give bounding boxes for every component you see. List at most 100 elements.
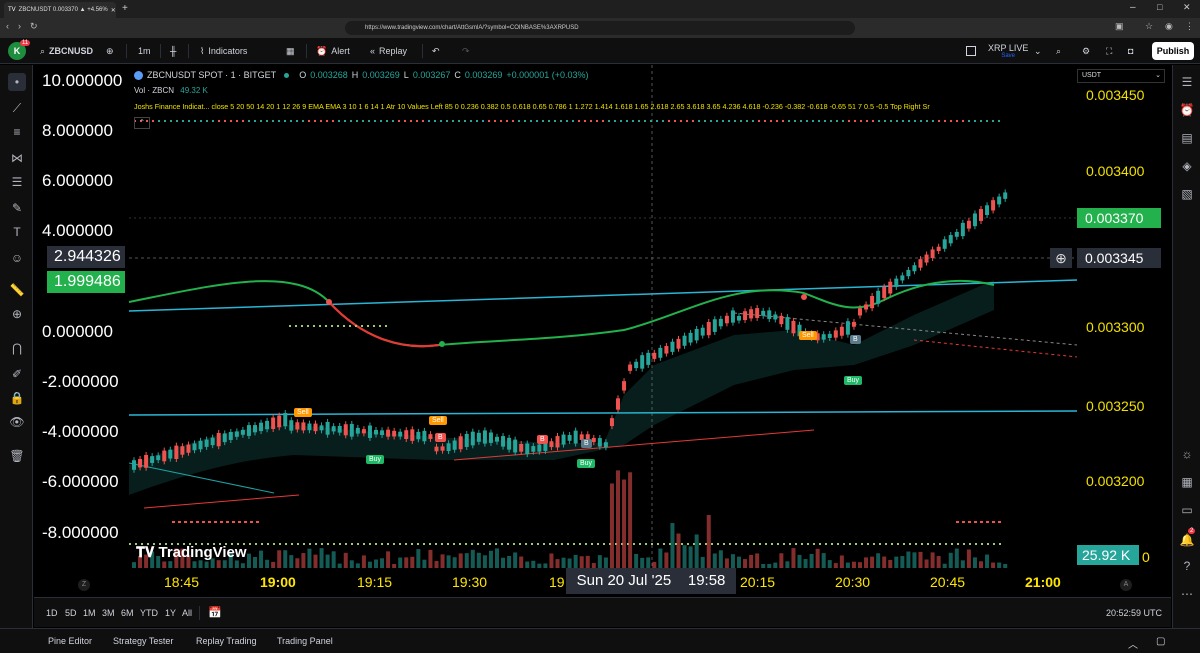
candle-body (488, 432, 493, 443)
range-1d[interactable]: 1D (46, 608, 58, 618)
symbol-search[interactable]: ⌕ ZBCNUSD (40, 38, 93, 64)
redo-button[interactable]: ↷ (462, 38, 470, 64)
collapse-legend-button[interactable]: ⌃ (134, 117, 150, 129)
range-1y[interactable]: 1Y (165, 608, 176, 618)
volume-legend[interactable]: Vol · ZBCN 49.32 K (134, 86, 208, 95)
layout-name[interactable]: XRP LIVE Save (988, 38, 1028, 64)
red-marker (992, 521, 995, 523)
browser-menu-icon[interactable]: ⋮ (1185, 21, 1194, 32)
alert-button[interactable]: ⏰ Alert (316, 38, 350, 64)
templates-button[interactable]: ▦ (286, 38, 295, 64)
layout-dropdown[interactable]: ⌄ (1034, 38, 1042, 64)
chat-button[interactable]: ▭ (1178, 501, 1196, 519)
extensions-icon[interactable]: ▣ (1115, 21, 1124, 32)
user-avatar[interactable]: K 11 (8, 38, 31, 64)
text-tool[interactable]: T (8, 223, 26, 241)
tab-trading-panel[interactable]: Trading Panel (277, 636, 333, 646)
indicator-dot (272, 120, 274, 122)
range-ytd[interactable]: YTD (140, 608, 158, 618)
layout-menu[interactable] (966, 38, 976, 64)
indicators-button[interactable]: ⌇ Indicators (200, 38, 247, 64)
notifications-button[interactable]: 🔔 2 (1178, 528, 1196, 549)
remove-drawings-tool[interactable]: 🗑 (8, 447, 26, 465)
close-window-icon[interactable]: ✕ (1183, 2, 1191, 13)
dotted-baseline (351, 543, 353, 545)
watchlist-button[interactable]: ☰ (1178, 73, 1196, 91)
auto-scale-icon[interactable]: A (1120, 579, 1132, 591)
currency-select[interactable]: USDT ⌄ (1077, 69, 1165, 83)
tab-strategy-tester[interactable]: Strategy Tester (113, 636, 173, 646)
fullscreen-icon: ⛶ (1106, 45, 1113, 56)
undo-button[interactable]: ↶ (432, 38, 440, 64)
cursor-tool[interactable]: • (8, 73, 26, 91)
zoom-tool[interactable]: ⊕ (8, 305, 26, 323)
indicator-dot (686, 120, 688, 122)
range-6m[interactable]: 6M (121, 608, 134, 618)
legend-title[interactable]: ZBCNUSDT SPOT · 1 · BITGET (147, 70, 276, 80)
indicator-legend[interactable]: Joshs Finance Indicat... close 5 20 50 1… (134, 102, 1079, 111)
tab-replay-trading[interactable]: Replay Trading (196, 636, 257, 646)
publish-button[interactable]: Publish (1152, 42, 1194, 60)
volume-bar (567, 558, 572, 568)
range-all[interactable]: All (182, 608, 192, 618)
collapse-panel-chevron-icon[interactable]: ︿ (1128, 636, 1138, 651)
indicator-dot (494, 120, 496, 122)
zoom-out-scale-icon[interactable]: Z (78, 579, 90, 591)
pattern-tool[interactable]: ⋈ (8, 149, 26, 167)
goto-date-calendar-icon[interactable]: 📅 (208, 606, 222, 619)
data-window-button[interactable]: ▤ (1178, 129, 1196, 147)
reload-icon[interactable]: ↻ (30, 21, 38, 32)
volume-bar (561, 557, 566, 568)
news-button[interactable]: ▧ (1178, 185, 1196, 203)
tab-pine-editor[interactable]: Pine Editor (48, 636, 92, 646)
fib-tool[interactable]: ≡ (8, 123, 26, 141)
chart-pane[interactable]: ZBCNUSDT SPOT · 1 · BITGET O 0.003268 H 0.… (34, 65, 1171, 596)
dotted-baseline (807, 543, 809, 545)
profile-icon[interactable]: ◉ (1165, 21, 1173, 32)
range-3m[interactable]: 3M (102, 608, 115, 618)
projection-tool[interactable]: ☰ (8, 173, 26, 191)
measure-tool[interactable]: 📏 (8, 281, 26, 299)
back-icon[interactable]: ‹ (6, 21, 9, 31)
calendar-button[interactable]: ▦ (1178, 473, 1196, 491)
brush-tool[interactable]: ✎ (8, 199, 26, 217)
forward-icon[interactable]: › (18, 21, 21, 31)
dotted-baseline (411, 543, 413, 545)
trend-line-tool[interactable]: ⟋ (8, 99, 26, 117)
bookmarks-icon[interactable]: ☆ (1145, 21, 1153, 32)
range-5d[interactable]: 5D (65, 608, 77, 618)
close-tab-icon[interactable]: ✕ (111, 7, 116, 14)
browser-tab[interactable]: TV ZBCNUSDT 0.003370 ▲ +4.56% ✕ (4, 2, 116, 18)
chart-type-button[interactable]: ╫ (170, 38, 176, 64)
minimize-icon[interactable]: – (1130, 2, 1136, 13)
new-tab-icon[interactable]: + (122, 3, 128, 14)
alerts-button[interactable]: ⏰ (1178, 101, 1196, 119)
settings-button[interactable]: ⚙ (1082, 38, 1090, 64)
stay-drawing-tool[interactable]: ✐ (8, 365, 26, 383)
object-tree-button[interactable]: ◈ (1178, 157, 1196, 175)
fullscreen-button[interactable]: ⛶ (1106, 38, 1112, 64)
candle-body (749, 309, 754, 319)
icons-tool[interactable]: ☺ (8, 249, 26, 267)
ideas-button[interactable]: ☼ (1178, 445, 1196, 463)
quick-search-button[interactable]: ⌕ (1056, 38, 1061, 64)
magnet-tool[interactable]: ⋂ (8, 339, 26, 357)
candle-body (864, 304, 869, 310)
range-1m[interactable]: 1M (83, 608, 96, 618)
url-field[interactable]: https://www.tradingview.com/chart/AttGsm… (345, 21, 855, 35)
utc-clock[interactable]: 20:52:59 UTC (1106, 608, 1162, 618)
add-alert-plus-icon[interactable]: ⊕ (1050, 248, 1072, 268)
maximize-panel-icon[interactable]: ▢ (1156, 636, 1165, 647)
maximize-icon[interactable]: □ (1157, 2, 1162, 12)
interval-button[interactable]: 1m (138, 38, 151, 64)
lock-drawings-tool[interactable]: 🔒 (8, 389, 26, 407)
compare-symbol-button[interactable]: ⊕ (106, 38, 114, 64)
volume-bar (809, 553, 814, 568)
hide-drawings-tool[interactable]: 👁 (8, 413, 26, 431)
indicator-dot (542, 120, 544, 122)
help-button[interactable]: ? (1178, 557, 1196, 575)
replay-button[interactable]: « Replay (370, 38, 407, 64)
more-button[interactable]: ⋯ (1178, 585, 1196, 603)
indicator-dot (284, 120, 286, 122)
snapshot-button[interactable]: ◘ (1128, 38, 1133, 64)
